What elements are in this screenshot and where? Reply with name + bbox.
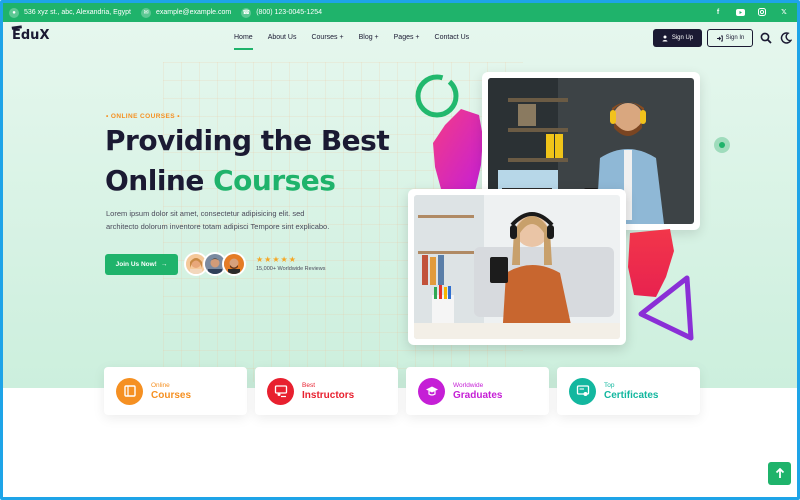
social-links: f 𝕏: [713, 7, 789, 17]
feature-card-text: Best Instructors: [302, 382, 354, 401]
join-us-label: Join Us Now!: [115, 261, 157, 268]
nav-about[interactable]: About Us: [268, 34, 297, 41]
arrow-right-icon: →: [160, 261, 168, 268]
mail-icon: ✉: [141, 7, 152, 18]
facebook-icon[interactable]: f: [713, 7, 723, 17]
phone-item[interactable]: ☎ (800) 123-0045-1254: [241, 7, 322, 18]
feature-card-text: Top Certificates: [604, 382, 658, 401]
book-icon: [116, 377, 143, 405]
feature-card-small: Best: [302, 381, 316, 389]
instructor-icon: [267, 377, 294, 405]
youtube-icon[interactable]: [735, 7, 745, 17]
nav-blog[interactable]: Blog +: [359, 34, 379, 41]
phone-text[interactable]: (800) 123-0045-1254: [256, 9, 322, 16]
phone-icon: ☎: [241, 7, 252, 18]
reviews-count: 15,000+ Worldwide Reviews: [256, 266, 326, 272]
location-icon: ●: [9, 7, 19, 18]
sign-in-button[interactable]: Sign In: [707, 29, 753, 47]
join-us-button[interactable]: Join Us Now! →: [105, 254, 178, 275]
feature-card-big: Instructors: [302, 389, 355, 401]
feature-card-big: Graduates: [453, 389, 503, 401]
feature-card-certificates[interactable]: Top Certificates: [557, 367, 700, 415]
sign-up-button[interactable]: Sign Up: [653, 29, 702, 47]
sign-in-icon: [716, 35, 723, 41]
feature-card-graduates[interactable]: Worldwide Graduates: [406, 367, 549, 415]
sign-up-label: Sign Up: [671, 35, 694, 41]
feature-card-small: Worldwide: [453, 381, 484, 389]
feature-card-small: Top: [604, 381, 615, 389]
sign-in-label: Sign In: [725, 35, 745, 41]
hero-eyebrow: • ONLINE COURSES •: [106, 113, 180, 120]
eyebrow-text: ONLINE COURSES: [110, 113, 175, 120]
dark-mode-moon-icon[interactable]: [780, 32, 792, 44]
reviewer-avatars: [184, 252, 246, 276]
nav-contact[interactable]: Contact Us: [435, 34, 470, 41]
eyebrow-dot-right: •: [175, 113, 180, 120]
feature-card-text: Worldwide Graduates: [453, 382, 502, 401]
student-photo-woman: [408, 189, 626, 345]
user-plus-icon: [662, 35, 668, 41]
hero-description: Lorem ipsum dolor sit amet, consectetur …: [106, 209, 330, 231]
feature-card-instructors[interactable]: Best Instructors: [255, 367, 398, 415]
scroll-to-top-button[interactable]: [768, 462, 791, 485]
instagram-icon[interactable]: [757, 7, 767, 17]
nav-pages[interactable]: Pages +: [394, 34, 420, 41]
address-text: 536 xyz st., abc, Alexandria, Egypt: [24, 9, 132, 16]
arrow-up-icon: [775, 468, 784, 478]
feature-cards: Online Courses Best Instructors Worldwid…: [104, 367, 700, 415]
main-nav: Home About Us Courses + Blog + Pages + C…: [234, 34, 470, 50]
pink-paint-splash: [433, 109, 483, 191]
purple-triangle-decoration: [638, 275, 694, 341]
feature-card-big: Courses: [151, 389, 192, 401]
hero-title-line1: Providing the Best: [105, 124, 390, 157]
green-dot-decoration: [714, 137, 730, 153]
feature-card-courses[interactable]: Online Courses: [104, 367, 247, 415]
x-icon[interactable]: 𝕏: [779, 7, 789, 17]
nav-courses[interactable]: Courses +: [311, 34, 343, 41]
hero-title: Providing the Best Online Courses: [105, 121, 390, 201]
site-logo[interactable]: EduX: [12, 28, 49, 43]
graduation-cap-icon: [418, 377, 445, 405]
page-frame: ● 536 xyz st., abc, Alexandria, Egypt ✉ …: [0, 0, 800, 500]
feature-card-text: Online Courses: [151, 382, 191, 401]
title-highlight: Courses: [213, 164, 336, 197]
title-prefix: Online: [105, 164, 214, 197]
nav-home[interactable]: Home: [234, 34, 253, 50]
top-info-bar: ● 536 xyz st., abc, Alexandria, Egypt ✉ …: [3, 3, 797, 22]
search-icon[interactable]: [760, 32, 772, 44]
email-text[interactable]: example@example.com: [156, 9, 231, 16]
rating-stars: ★★★★★: [256, 255, 297, 264]
avatar: [222, 252, 246, 276]
hero-title-line2: Online Courses: [105, 161, 389, 201]
feature-card-small: Online: [151, 381, 170, 389]
certificate-icon: [569, 377, 596, 405]
address-item: ● 536 xyz st., abc, Alexandria, Egypt: [9, 7, 132, 18]
email-item[interactable]: ✉ example@example.com: [141, 7, 231, 18]
feature-card-big: Certificates: [604, 389, 659, 401]
